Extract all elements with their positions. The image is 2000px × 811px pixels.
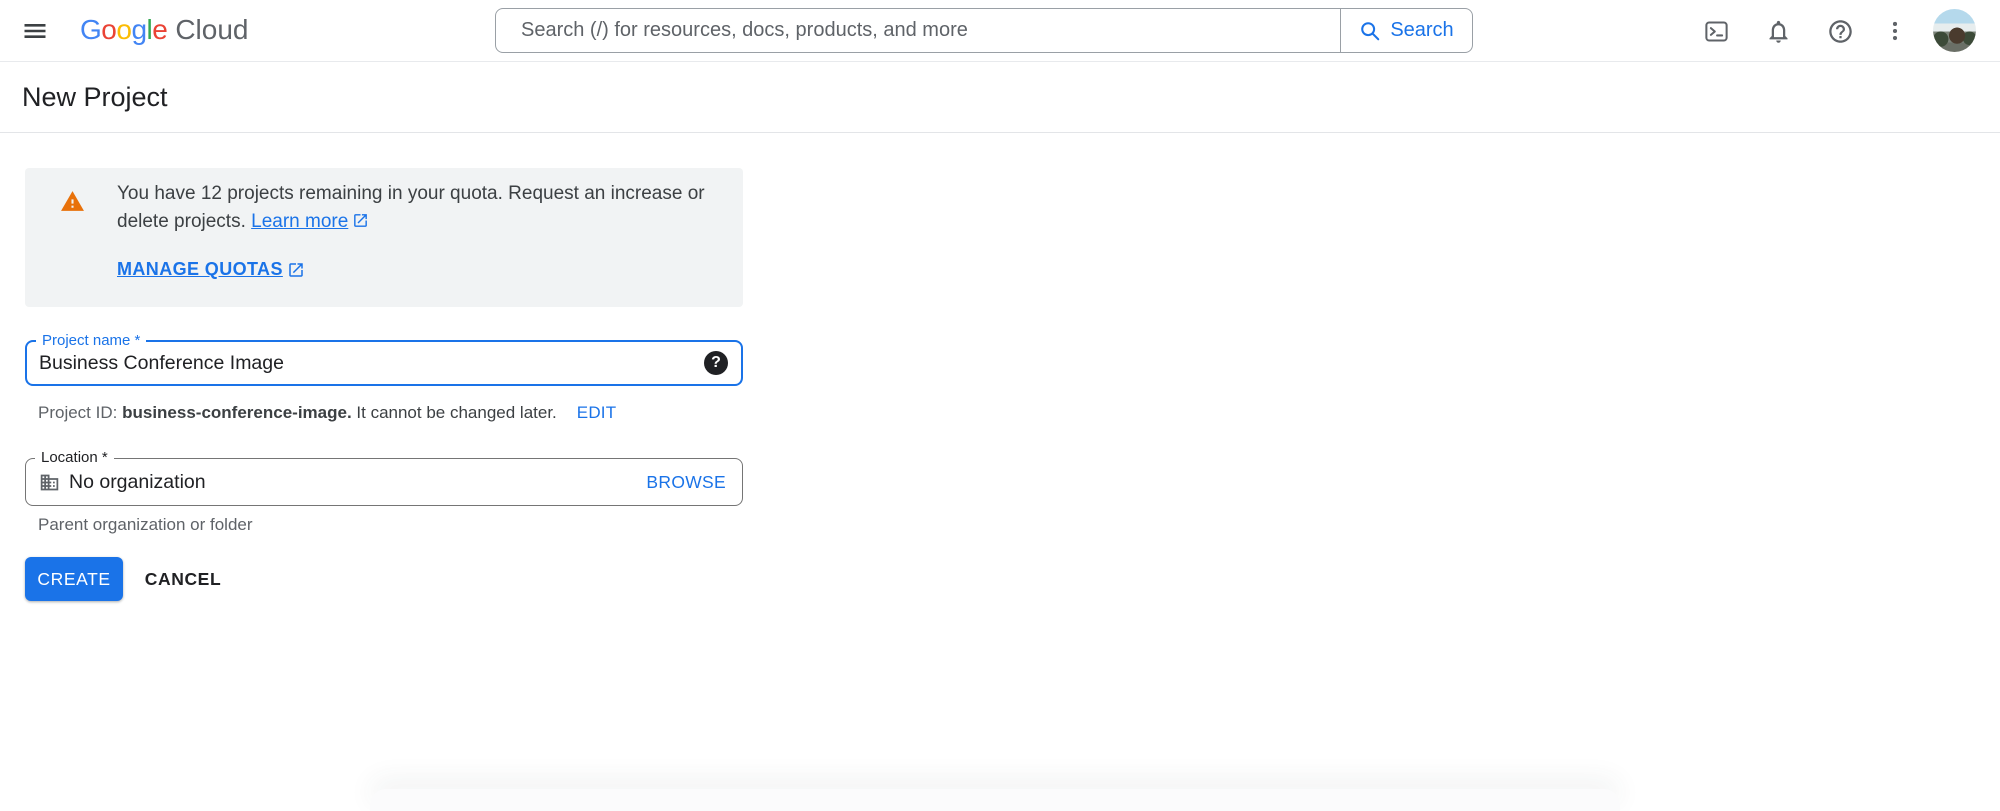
- location-helper-text: Parent organization or folder: [38, 515, 253, 534]
- menu-icon[interactable]: [16, 13, 54, 49]
- external-link-icon: [352, 212, 369, 229]
- location-label: Location *: [35, 449, 114, 467]
- project-name-input[interactable]: [27, 351, 741, 375]
- bottom-sheet-edge: [370, 789, 1620, 811]
- logo-letter: g: [131, 14, 147, 45]
- three-dots-glyph: [1892, 21, 1898, 41]
- logo-cloud-text: Cloud: [175, 14, 249, 45]
- search-input[interactable]: [496, 9, 1340, 52]
- learn-more-link[interactable]: Learn more: [251, 211, 348, 232]
- account-avatar[interactable]: [1933, 9, 1976, 52]
- hamburger-glyph: [24, 24, 46, 38]
- search-button-label: Search: [1390, 19, 1454, 41]
- manage-quotas-link[interactable]: MANAGE QUOTAS: [117, 259, 305, 280]
- logo-letter: e: [152, 14, 168, 45]
- question-glyph: [1828, 19, 1852, 43]
- logo-letter: G: [80, 14, 102, 45]
- cancel-button[interactable]: CANCEL: [133, 557, 233, 601]
- page-title: New Project: [22, 82, 168, 112]
- project-name-label: Project name *: [36, 332, 147, 350]
- bell-glyph: [1769, 20, 1787, 43]
- notifications-bell-icon[interactable]: [1759, 13, 1797, 49]
- project-id-prefix: Project ID:: [38, 403, 123, 422]
- create-button[interactable]: CREATE: [25, 557, 123, 601]
- browse-button[interactable]: BROWSE: [646, 472, 726, 493]
- quota-warning-line2: delete projects. Learn more: [117, 208, 705, 236]
- top-app-bar: G o o g l e Cloud Search: [0, 0, 2000, 62]
- edit-project-id-button[interactable]: EDIT: [577, 403, 617, 422]
- project-name-help-icon[interactable]: ?: [704, 351, 728, 375]
- more-vert-icon[interactable]: [1880, 13, 1910, 49]
- search-icon: [1361, 21, 1380, 40]
- project-id-suffix: It cannot be changed later.: [351, 403, 557, 422]
- warning-triangle-icon: [60, 189, 85, 214]
- location-field[interactable]: Location * No organization BROWSE: [25, 449, 743, 506]
- search-button[interactable]: Search: [1341, 9, 1472, 52]
- quota-warning-line2-prefix: delete projects.: [117, 211, 252, 232]
- manage-quotas-label: MANAGE QUOTAS: [117, 259, 283, 279]
- google-cloud-logo[interactable]: G o o g l e Cloud: [80, 14, 249, 46]
- terminal-glyph: [1704, 20, 1728, 42]
- external-link-icon: [287, 261, 305, 279]
- cloud-shell-icon[interactable]: [1697, 13, 1735, 49]
- logo-letter: o: [101, 14, 117, 45]
- project-id-row: Project ID: business-conference-image. I…: [38, 403, 616, 423]
- logo-letter: o: [116, 14, 132, 45]
- project-name-field: Project name * ?: [25, 332, 743, 386]
- quota-warning-text: You have 12 projects remaining in your q…: [117, 180, 705, 236]
- help-icon[interactable]: [1821, 13, 1859, 49]
- organization-building-icon: [39, 472, 60, 493]
- project-id-value: business-conference-image.: [122, 403, 352, 422]
- quota-warning-card: You have 12 projects remaining in your q…: [25, 168, 743, 307]
- location-value: No organization: [69, 470, 206, 493]
- global-search-bar: Search: [495, 8, 1473, 53]
- quota-warning-line1: You have 12 projects remaining in your q…: [117, 183, 705, 204]
- page-header: New Project: [0, 63, 2000, 133]
